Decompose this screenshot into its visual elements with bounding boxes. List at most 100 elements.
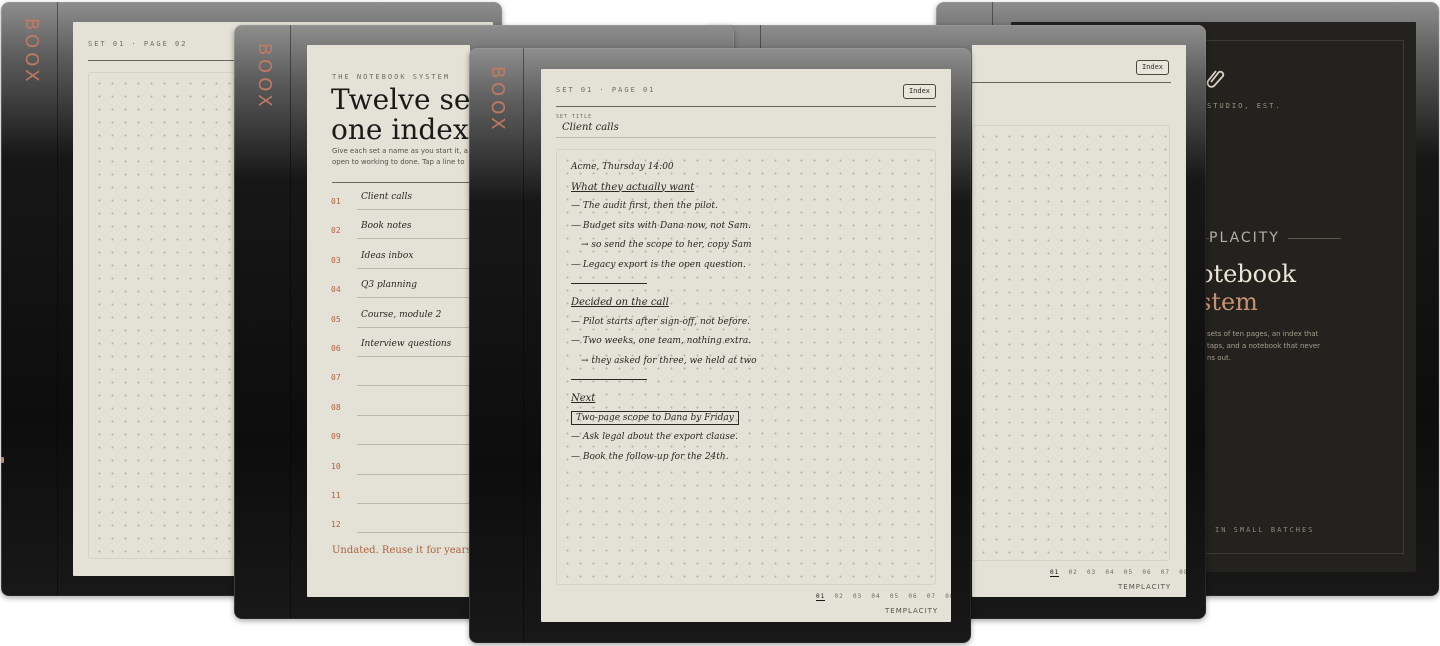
index-row-line — [357, 267, 470, 269]
page-link[interactable]: 05 — [890, 593, 899, 600]
front-header: SET 01 · PAGE 01 — [556, 86, 656, 94]
note-text: Next — [571, 393, 596, 404]
header-rule — [972, 82, 1171, 83]
index-row[interactable]: 08 — [331, 393, 470, 422]
index-row-line — [357, 473, 470, 475]
note-heading: Decided on the call — [571, 297, 669, 308]
set-title-label: SET TITLE — [556, 114, 593, 120]
device-spine — [469, 48, 524, 643]
cover-title-2: stem — [1199, 288, 1258, 316]
cover-desc-1: sets of ten pages, an index that — [1207, 330, 1319, 338]
page-link[interactable]: 01 — [1050, 569, 1060, 577]
note-line: — Legacy export is the open question. — [571, 260, 746, 270]
index-desc-1: Give each set a name as you start it, a — [332, 147, 468, 155]
note-text: — Budget sits with Dana now, not Sam. — [571, 220, 751, 231]
index-row[interactable]: 06 Interview questions — [331, 334, 470, 363]
index-row[interactable]: 09 — [331, 422, 470, 451]
cover-footer: IN SMALL BATCHES — [1215, 526, 1315, 534]
note-text: — Ask legal about the export clause. — [571, 432, 739, 442]
section-divider — [571, 379, 647, 380]
note-text: Decided on the call — [571, 297, 669, 308]
index-row-number: 01 — [331, 197, 341, 206]
index-row-label: Book notes — [361, 221, 412, 232]
device-brand: BOOX — [254, 43, 275, 111]
index-desc-2: open to working to done. Tap a line to — [332, 158, 465, 166]
index-row-line — [357, 414, 470, 416]
index-row-label: Course, module 2 — [361, 309, 442, 320]
index-button[interactable]: Index — [1136, 60, 1169, 75]
note-line: — The audit first, then the pilot. — [571, 201, 718, 211]
note-text: Acme, Thursday 14:00 — [571, 162, 674, 172]
index-kicker: THE NOTEBOOK SYSTEM — [332, 73, 451, 81]
index-row-number: 04 — [331, 285, 341, 295]
index-row-number: 09 — [331, 432, 341, 442]
page-link[interactable]: 07 — [927, 593, 936, 600]
page-link[interactable]: 07 — [1161, 569, 1170, 576]
index-row-line — [357, 444, 470, 446]
dot-grid — [972, 125, 1170, 561]
note-line: — Pilot starts after sign-off, not befor… — [571, 317, 750, 327]
page-link[interactable]: 03 — [1087, 569, 1096, 576]
page-link[interactable]: 05 — [1124, 569, 1133, 576]
device-brand: BOOX — [487, 66, 508, 134]
cover-brand: PLACITY — [1209, 230, 1288, 246]
index-row[interactable]: 11 — [331, 481, 470, 510]
page-link[interactable]: 03 — [853, 593, 862, 600]
index-row-label: Interview questions — [361, 339, 452, 349]
index-row[interactable]: 02 Book notes — [331, 216, 470, 245]
index-row-number: 03 — [331, 255, 341, 265]
page-link[interactable]: 08 — [1179, 569, 1186, 576]
index-row-line — [357, 532, 470, 534]
cover-desc-2: taps, and a notebook that never — [1207, 342, 1321, 350]
index-row-line — [357, 503, 470, 504]
note-text: — The audit first, then the pilot. — [571, 201, 718, 211]
front-screen: SET 01 · PAGE 01 Index SET TITLE Client … — [541, 69, 951, 622]
index-row-label: Ideas inbox — [361, 250, 414, 261]
index-row-line — [357, 297, 470, 299]
set-title[interactable]: Client calls — [562, 122, 619, 133]
index-row-line — [357, 385, 470, 387]
device-front: BOOX SET 01 · PAGE 01 Index SET TITLE Cl… — [469, 48, 971, 643]
index-row-label: Client calls — [361, 192, 413, 202]
header-rule — [556, 106, 936, 107]
page-link[interactable]: 06 — [908, 593, 917, 600]
note-line: Acme, Thursday 14:00 — [571, 162, 674, 172]
device-spine — [1, 2, 58, 596]
index-button[interactable]: Index — [903, 84, 936, 99]
page-link[interactable]: 04 — [871, 593, 880, 600]
index-row-number: 11 — [331, 491, 341, 500]
index-row-number: 07 — [331, 373, 341, 383]
note-text: — Legacy export is the open question. — [571, 259, 746, 270]
note-text: What they actually want — [571, 181, 695, 193]
index-row[interactable]: 07 — [331, 363, 470, 392]
index-row-number: 12 — [331, 520, 341, 530]
page-link[interactable]: 06 — [1142, 569, 1151, 576]
title-rule — [556, 137, 936, 138]
page-link[interactable]: 02 — [1068, 569, 1077, 576]
index-row-line — [357, 356, 470, 357]
index-title-1: Twelve set — [331, 83, 470, 116]
index-row-number: 06 — [331, 344, 341, 353]
index-screen: THE NOTEBOOK SYSTEM Twelve set one index… — [307, 45, 470, 597]
index-row-number: 02 — [331, 226, 341, 236]
note-line: — Ask legal about the export clause. — [571, 432, 738, 442]
section-divider — [571, 283, 647, 284]
index-row[interactable]: 05 Course, module 2 — [331, 305, 470, 334]
device-brand: BOOX — [21, 18, 42, 86]
device-spine — [234, 25, 291, 619]
page-link[interactable]: 08 — [945, 593, 951, 600]
index-row[interactable]: 12 — [331, 510, 470, 539]
index-rule — [332, 182, 470, 183]
index-row-line — [357, 326, 470, 328]
index-row[interactable]: 03 Ideas inbox — [331, 246, 470, 275]
page-link[interactable]: 01 — [816, 593, 826, 601]
index-row[interactable]: 10 — [331, 452, 470, 481]
templacity-logo: TEMPLACITY — [1118, 583, 1172, 591]
page-link[interactable]: 02 — [834, 593, 843, 600]
index-row[interactable]: 01 Client calls — [331, 187, 470, 216]
note-line: — Budget sits with Dana now, not Sam. — [571, 221, 751, 231]
page-link[interactable]: 04 — [1105, 569, 1114, 576]
note-heading: Next — [571, 393, 595, 404]
back-left-header: SET 01 · PAGE 02 — [88, 40, 188, 48]
index-row[interactable]: 04 Q3 planning — [331, 275, 470, 304]
